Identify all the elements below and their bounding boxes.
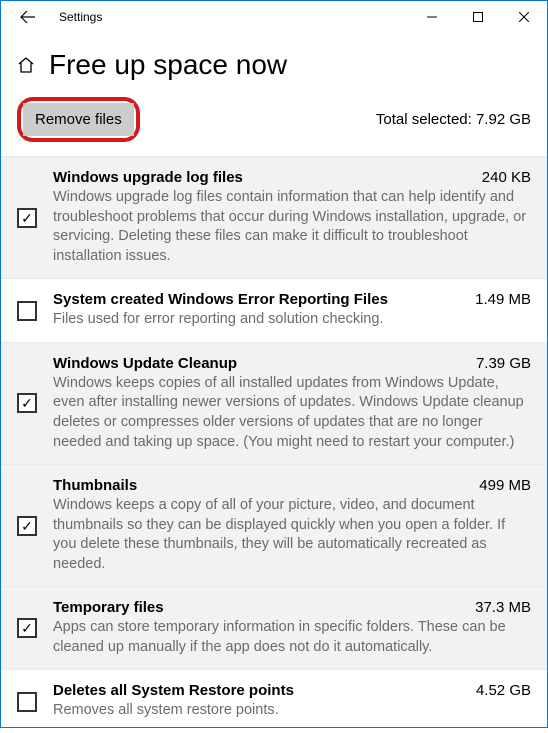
item-title: Thumbnails — [53, 477, 137, 494]
checkbox-column — [17, 291, 53, 330]
item-header: Temporary files 37.3 MB — [53, 599, 531, 616]
item-title: Windows upgrade log files — [53, 169, 243, 186]
item-description: Files used for error reporting and solut… — [53, 310, 531, 330]
item-size: 499 MB — [479, 477, 531, 494]
item-content: Windows upgrade log files240 KBWindows u… — [53, 169, 531, 266]
total-selected-label: Total selected: 7.92 GB — [376, 111, 531, 128]
close-button[interactable] — [501, 1, 547, 33]
item-header: Windows upgrade log files 240 KB — [53, 169, 531, 186]
window-controls — [409, 1, 547, 33]
item-title: Windows Update Cleanup — [53, 355, 237, 372]
maximize-button[interactable] — [455, 1, 501, 33]
list-item[interactable]: Deletes all System Restore points 4.52 GB… — [1, 669, 547, 733]
item-header: Deletes all System Restore points 4.52 GB — [53, 682, 531, 699]
item-content: Windows Update Cleanup 7.39 GB Windows kee… — [53, 355, 531, 452]
list-item[interactable]: Thumbnails 499 MB Windows keeps a copy of … — [1, 464, 547, 586]
maximize-icon — [473, 12, 483, 22]
item-content: Temporary files 37.3 MB Apps can store tem… — [53, 599, 531, 657]
home-icon[interactable] — [17, 56, 35, 74]
list-item[interactable]: Windows Update Cleanup 7.39 GB Windows kee… — [1, 342, 547, 464]
checkbox[interactable] — [17, 516, 37, 536]
checkbox[interactable] — [17, 208, 37, 228]
item-description: Windows keeps copies of all installed up… — [53, 374, 531, 452]
item-description: Windows keeps a copy of all of your pict… — [53, 496, 531, 574]
minimize-icon — [427, 12, 437, 22]
item-header: System created Windows Error Reporting F… — [53, 291, 531, 308]
window-title: Settings — [59, 10, 102, 24]
minimize-button[interactable] — [409, 1, 455, 33]
item-title: Deletes all System Restore points — [53, 682, 294, 699]
item-size: 1.49 MB — [475, 291, 531, 308]
list-item[interactable]: System created Windows Error Reporting F… — [1, 278, 547, 342]
page-title: Free up space now — [49, 49, 287, 81]
back-button[interactable] — [9, 2, 47, 32]
item-size: 37.3 MB — [475, 599, 531, 616]
checkbox-column — [17, 599, 53, 657]
checkbox[interactable] — [17, 301, 37, 321]
checkbox-column — [17, 355, 53, 452]
checkbox[interactable] — [17, 393, 37, 413]
list-item[interactable]: Temporary files 37.3 MB Apps can store tem… — [1, 586, 547, 669]
item-header: Windows Update Cleanup 7.39 GB — [53, 355, 531, 372]
checkbox-column — [17, 477, 53, 574]
item-size: 7.39 GB — [476, 355, 531, 372]
remove-files-button[interactable]: Remove files — [23, 103, 134, 136]
item-title: Temporary files — [53, 599, 164, 616]
action-row: Remove files Total selected: 7.92 GB — [1, 87, 547, 156]
storage-items-list: Windows upgrade log files240 KBWindows u… — [1, 156, 547, 733]
item-size: 240 KB — [482, 169, 531, 186]
checkbox-column — [17, 682, 53, 721]
item-title: System created Windows Error Reporting F… — [53, 291, 388, 308]
item-description: Apps can store temporary information in … — [53, 618, 531, 657]
item-content: Deletes all System Restore points 4.52 GB… — [53, 682, 531, 721]
remove-button-highlight: Remove files — [17, 97, 140, 142]
titlebar: Settings — [1, 1, 547, 33]
item-description: Windows upgrade log files contain inform… — [53, 188, 531, 266]
item-description: Removes all system restore points. — [53, 701, 531, 721]
item-size: 4.52 GB — [476, 682, 531, 699]
checkbox[interactable] — [17, 692, 37, 712]
page-header: Free up space now — [1, 33, 547, 87]
item-header: Thumbnails 499 MB — [53, 477, 531, 494]
close-icon — [519, 12, 529, 22]
item-content: Thumbnails 499 MB Windows keeps a copy of … — [53, 477, 531, 574]
item-content: System created Windows Error Reporting F… — [53, 291, 531, 330]
back-arrow-icon — [19, 8, 37, 26]
list-item[interactable]: Windows upgrade log files240 KBWindows u… — [1, 156, 547, 278]
checkbox-column — [17, 169, 53, 266]
checkbox[interactable] — [17, 618, 37, 638]
